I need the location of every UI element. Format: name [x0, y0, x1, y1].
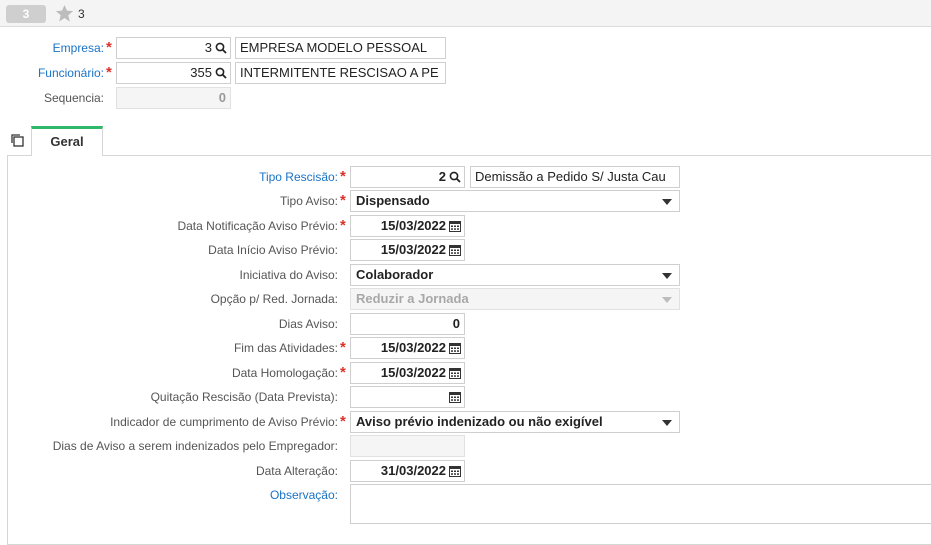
calendar-icon[interactable] [449, 244, 461, 256]
required-marker: * [106, 39, 112, 56]
observacao-label[interactable]: Observação: [0, 484, 338, 506]
funcionario-code-field[interactable]: 355 [116, 62, 231, 84]
copy-icon[interactable] [10, 133, 25, 148]
tipo-rescisao-label[interactable]: Tipo Rescisão: [0, 166, 338, 188]
dias-aviso-value: 0 [452, 316, 460, 331]
quitacao-label: Quitação Rescisão (Data Prevista): [150, 390, 338, 404]
sequencia-label: Sequencia: [43, 91, 104, 105]
empresa-code-value: 3 [204, 40, 212, 55]
iniciativa-label: Iniciativa do Aviso: [239, 268, 338, 282]
iniciativa-select[interactable]: Colaborador [350, 264, 680, 286]
required-marker: * [340, 364, 346, 381]
opcao-red-jornada-select: Reduzir a Jornada [350, 288, 680, 310]
indicador-value: Aviso prévio indenizado ou não exigível [356, 414, 603, 429]
dias-indenizados-field [350, 435, 465, 457]
funcionario-label[interactable]: Funcionário: [0, 62, 104, 84]
required-marker: * [340, 339, 346, 356]
favorites-count: 3 [78, 7, 85, 21]
data-alteracao-field[interactable]: 31/03/2022 [350, 460, 465, 482]
sequencia-value: 0 [218, 90, 226, 105]
calendar-icon[interactable] [449, 391, 461, 403]
data-homologacao-value: 15/03/2022 [380, 365, 446, 380]
indicador-label: Indicador de cumprimento de Aviso Prévio… [110, 415, 338, 429]
data-inicio-value: 15/03/2022 [380, 242, 446, 257]
fim-atividades-label: Fim das Atividades: [233, 341, 338, 355]
calendar-icon[interactable] [449, 465, 461, 477]
dropdown-caret-icon[interactable] [662, 199, 672, 205]
tipo-aviso-value: Dispensado [356, 193, 430, 208]
calendar-icon[interactable] [449, 367, 461, 379]
fim-atividades-value: 15/03/2022 [380, 340, 446, 355]
search-icon[interactable] [215, 67, 227, 79]
required-marker: * [340, 217, 346, 234]
funcionario-code-value: 355 [190, 65, 212, 80]
required-marker: * [340, 192, 346, 209]
search-icon[interactable] [449, 171, 461, 183]
calendar-icon[interactable] [449, 342, 461, 354]
fim-atividades-field[interactable]: 15/03/2022 [350, 337, 465, 359]
search-icon[interactable] [215, 42, 227, 54]
dias-indenizados-label: Dias de Aviso a serem indenizados pelo E… [52, 439, 338, 453]
empresa-code-field[interactable]: 3 [116, 37, 231, 59]
quitacao-field[interactable] [350, 386, 465, 408]
observacao-textarea[interactable] [350, 484, 931, 524]
dias-aviso-field[interactable]: 0 [350, 313, 465, 335]
data-alteracao-value: 31/03/2022 [380, 463, 446, 478]
required-marker: * [106, 64, 112, 81]
data-notificacao-value: 15/03/2022 [380, 218, 446, 233]
dropdown-caret-icon[interactable] [662, 273, 672, 279]
data-notificacao-label: Data Notificação Aviso Prévio: [177, 219, 338, 233]
required-marker: * [340, 168, 346, 185]
dias-aviso-label: Dias Aviso: [278, 317, 338, 331]
iniciativa-value: Colaborador [356, 267, 434, 282]
opcao-red-jornada-value: Reduzir a Jornada [356, 291, 469, 306]
tipo-rescisao-code-value: 2 [438, 169, 446, 184]
tipo-rescisao-description: Demissão a Pedido S/ Justa Cau [470, 166, 680, 188]
dropdown-caret-icon[interactable] [662, 420, 672, 426]
record-badge[interactable]: 3 [6, 5, 46, 23]
data-homologacao-field[interactable]: 15/03/2022 [350, 362, 465, 384]
sequencia-field: 0 [116, 87, 231, 109]
opcao-red-jornada-label: Opção p/ Red. Jornada: [210, 292, 338, 306]
required-marker: * [340, 413, 346, 430]
tab-geral[interactable]: Geral [31, 126, 103, 156]
empresa-description: EMPRESA MODELO PESSOAL [235, 37, 446, 59]
funcionario-description: INTERMITENTE RESCISAO A PE [235, 62, 446, 84]
data-notificacao-field[interactable]: 15/03/2022 [350, 215, 465, 237]
top-bar: 3 3 [0, 0, 931, 27]
indicador-select[interactable]: Aviso prévio indenizado ou não exigível [350, 411, 680, 433]
data-inicio-label: Data Início Aviso Prévio: [208, 243, 338, 257]
data-inicio-field[interactable]: 15/03/2022 [350, 239, 465, 261]
tipo-aviso-label: Tipo Aviso: [279, 194, 338, 208]
tipo-rescisao-code-field[interactable]: 2 [350, 166, 465, 188]
calendar-icon[interactable] [449, 220, 461, 232]
data-homologacao-label: Data Homologação: [231, 366, 338, 380]
star-icon[interactable] [55, 4, 74, 23]
data-alteracao-label: Data Alteração: [255, 464, 338, 478]
tipo-aviso-select[interactable]: Dispensado [350, 190, 680, 212]
empresa-label[interactable]: Empresa: [0, 37, 104, 59]
dropdown-caret-icon [662, 297, 672, 303]
